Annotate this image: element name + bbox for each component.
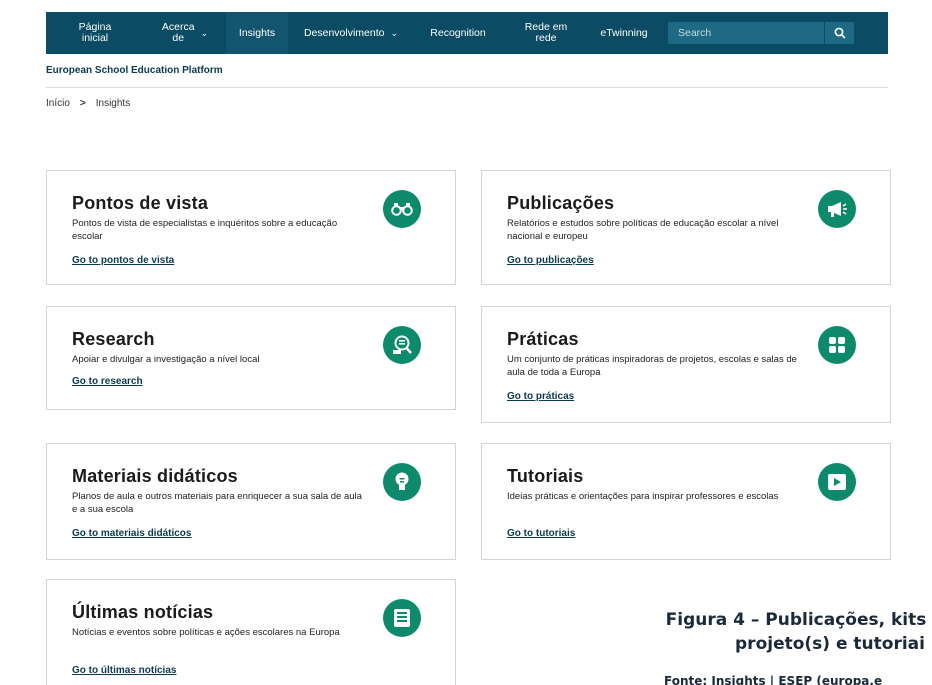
research-icon — [383, 326, 421, 364]
nav-development-label: Desenvolvimento — [303, 26, 385, 39]
card-title: Research — [72, 329, 155, 349]
megaphone-icon — [818, 190, 856, 228]
card-link[interactable]: Go to pontos de vista — [72, 255, 174, 266]
grid-icon — [818, 326, 856, 364]
nav-recognition-label: Recognition — [430, 26, 486, 39]
nav-insights-label: Insights — [238, 26, 276, 39]
nav-network-label: Rede em rede — [524, 21, 568, 44]
breadcrumb-separator: > — [79, 98, 86, 109]
card-link[interactable]: Go to materiais didáticos — [72, 528, 191, 539]
nav-development[interactable]: Desenvolvimento ⌄ — [288, 12, 414, 54]
search-button[interactable] — [824, 22, 854, 44]
card-link[interactable]: Go to últimas notícias — [72, 665, 176, 676]
nav-about-label: Acerca de — [161, 21, 195, 44]
newspaper-icon — [383, 599, 421, 637]
video-play-icon — [818, 463, 856, 501]
nav-home-label: Página inicial — [78, 21, 112, 44]
nav-recognition[interactable]: Recognition — [414, 12, 502, 54]
binoculars-icon — [383, 190, 421, 228]
nav-home[interactable]: Página inicial — [46, 12, 144, 54]
chevron-down-icon: ⌄ — [390, 27, 399, 38]
site-title[interactable]: European School Education Platform — [46, 65, 223, 76]
nav-about[interactable]: Acerca de ⌄ — [144, 12, 226, 54]
nav-etwinning-label: eTwinning — [600, 26, 648, 39]
card-description: Ideias práticas e orientações para inspi… — [507, 491, 779, 502]
lightbulb-icon — [383, 463, 421, 501]
figure-caption: Figura 4 – Publicações, kits c projeto(s… — [604, 608, 932, 656]
divider — [46, 87, 888, 88]
figure-source: Fonte: Insights | ESEP (europa.e — [664, 674, 883, 685]
card-materiais-didaticos: Materiais didáticos Planos de aula e out… — [46, 443, 456, 560]
card-description: Relatórios e estudos sobre políticas de … — [507, 218, 779, 242]
card-link[interactable]: Go to práticas — [507, 391, 574, 402]
card-publicacoes: Publicações Relatórios e estudos sobre p… — [481, 170, 891, 285]
card-title: Materiais didáticos — [72, 466, 238, 486]
card-title: Tutoriais — [507, 466, 584, 486]
card-praticas: Práticas Um conjunto de práticas inspira… — [481, 306, 891, 423]
card-title: Publicações — [507, 193, 615, 213]
card-link[interactable]: Go to tutoriais — [507, 528, 575, 539]
chevron-down-icon: ⌄ — [200, 27, 209, 38]
card-title: Últimas notícias — [72, 602, 214, 622]
card-description: Pontos de vista de especialistas e inqué… — [72, 218, 338, 242]
card-title: Práticas — [507, 329, 579, 349]
nav-etwinning[interactable]: eTwinning — [590, 12, 658, 54]
nav-insights[interactable]: Insights — [226, 12, 288, 54]
card-description: Notícias e eventos sobre políticas e açõ… — [72, 627, 340, 638]
nav-network[interactable]: Rede em rede — [502, 12, 590, 54]
top-navigation: Página inicial Acerca de ⌄ Insights Desen… — [46, 12, 888, 54]
search-input[interactable] — [668, 22, 824, 44]
breadcrumb: Início > Insights — [46, 98, 130, 109]
search-icon — [834, 27, 846, 39]
card-description: Um conjunto de práticas inspiradoras de … — [507, 354, 797, 378]
card-research: Research Apoiar e divulgar a investigaçã… — [46, 306, 456, 410]
caption-line-1: Figura 4 – Publicações, kits c — [665, 610, 932, 630]
card-link[interactable]: Go to publicações — [507, 255, 594, 266]
card-tutoriais: Tutoriais Ideias práticas e orientações … — [481, 443, 891, 560]
card-title: Pontos de vista — [72, 193, 209, 213]
breadcrumb-current: Insights — [95, 98, 131, 109]
card-description: Planos de aula e outros materiais para e… — [72, 491, 362, 515]
breadcrumb-home[interactable]: Início — [46, 98, 70, 109]
caption-line-2: projeto(s) e tutoriai — [735, 634, 925, 654]
card-description: Apoiar e divulgar a investigação a nível… — [72, 354, 260, 365]
card-pontos-de-vista: Pontos de vista Pontos de vista de espec… — [46, 170, 456, 285]
card-ultimas-noticias: Últimas notícias Notícias e eventos sobr… — [46, 579, 456, 685]
card-link[interactable]: Go to research — [72, 376, 143, 387]
